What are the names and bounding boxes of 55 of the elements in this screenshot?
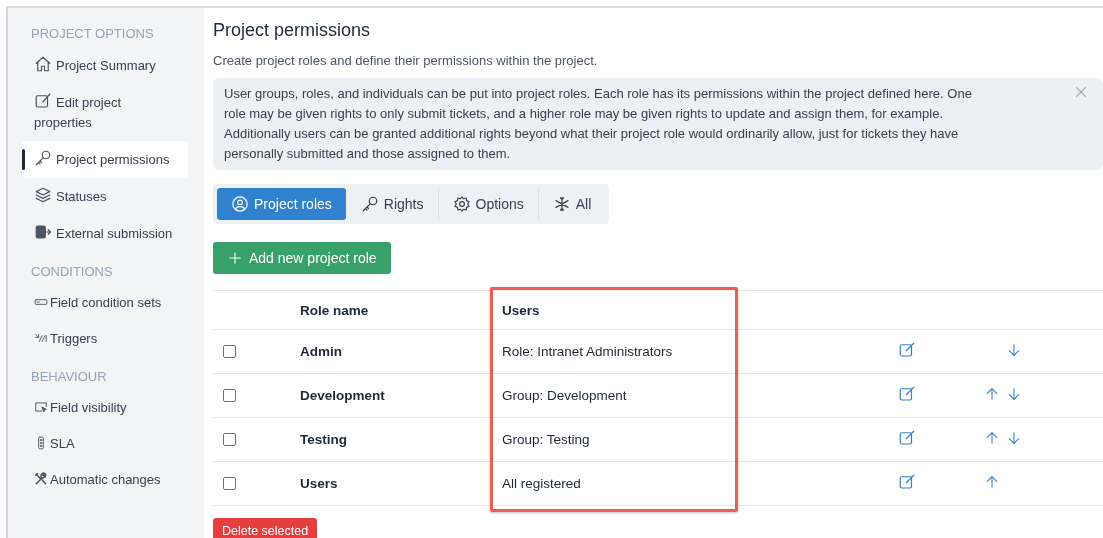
edit-icon bbox=[898, 385, 916, 403]
sidebar-item[interactable]: Project Summary bbox=[22, 47, 180, 84]
table-cell-text: Development bbox=[300, 388, 386, 403]
table-cell-text: Testing bbox=[300, 432, 348, 447]
sidebar-item[interactable]: Field visibility bbox=[22, 390, 180, 426]
tab[interactable]: All bbox=[537, 188, 606, 220]
table-cell-text: All registered bbox=[501, 476, 582, 491]
delete-selected-button[interactable]: Delete selected bbox=[213, 518, 318, 538]
tab[interactable]: Project roles bbox=[217, 188, 346, 220]
sidebar-item[interactable]: Edit project properties bbox=[22, 84, 180, 141]
home-icon bbox=[34, 55, 52, 73]
plus-icon bbox=[227, 250, 243, 266]
edit-icon bbox=[34, 92, 52, 110]
up-arrow-icon bbox=[984, 386, 1000, 402]
up-arrow-icon bbox=[984, 474, 1000, 490]
table-cell-text: Admin bbox=[300, 344, 343, 359]
close-icon bbox=[1073, 84, 1089, 100]
down-arrow-icon bbox=[1006, 342, 1022, 358]
column-header: Users bbox=[501, 302, 541, 318]
column-header: Role name bbox=[300, 302, 370, 318]
window-cursor-icon bbox=[34, 400, 48, 414]
gear-icon bbox=[452, 195, 471, 213]
page-title: Project permissions bbox=[213, 20, 372, 41]
tools-icon bbox=[34, 472, 48, 486]
key-icon bbox=[360, 195, 379, 213]
exit-door-icon bbox=[34, 223, 52, 241]
table-cell-text: Group: Testing bbox=[501, 432, 591, 447]
info-notice: User groups, roles, and individuals can be put into project roles. Each role has its permissions within the project defined here. One role may be given rights to only submit tickets, and a higher role may be given rights to update and assign them, for example. Additionally users can be granted additional rights beyond what their project role would ordinarily allow, just for tickets they have personally submitted and those assigned to them. bbox=[213, 78, 1103, 170]
tab[interactable]: Options bbox=[437, 188, 538, 220]
sidebar-item[interactable]: SLA bbox=[22, 426, 180, 462]
key-icon bbox=[34, 149, 52, 167]
snowflake-icon bbox=[552, 195, 571, 213]
up-arrow-icon bbox=[984, 430, 1000, 446]
edit-icon bbox=[898, 341, 916, 359]
edit-icon bbox=[898, 473, 916, 491]
person-circle-icon bbox=[231, 195, 249, 213]
layers-icon bbox=[34, 186, 52, 204]
section-heading: BEHAVIOUR bbox=[31, 368, 108, 384]
section-heading: CONDITIONS bbox=[31, 263, 114, 279]
table-cell-text: Group: Development bbox=[501, 388, 628, 403]
down-arrow-icon bbox=[1006, 430, 1022, 446]
sidebar-item[interactable]: Statuses bbox=[22, 178, 180, 215]
sidebar-item[interactable]: Automatic changes bbox=[22, 462, 180, 498]
sidebar-item[interactable]: Field condition sets bbox=[22, 285, 180, 321]
table-cell-text: Role: Intranet Administrators bbox=[501, 344, 674, 359]
down-arrow-icon bbox=[1006, 386, 1022, 402]
sidebar-item[interactable]: Project permissions bbox=[22, 141, 188, 178]
page-subtitle: Create project roles and define their permissions within the project. bbox=[213, 53, 599, 68]
section-heading: PROJECT OPTIONS bbox=[31, 25, 155, 41]
sidebar-item[interactable]: Triggers bbox=[22, 321, 180, 357]
edit-icon bbox=[898, 429, 916, 447]
slash-marks-icon bbox=[34, 331, 48, 345]
tab[interactable]: Rights bbox=[345, 188, 438, 220]
sidebar-item[interactable]: External submission bbox=[22, 215, 180, 252]
table-cell-text: Users bbox=[300, 476, 339, 491]
